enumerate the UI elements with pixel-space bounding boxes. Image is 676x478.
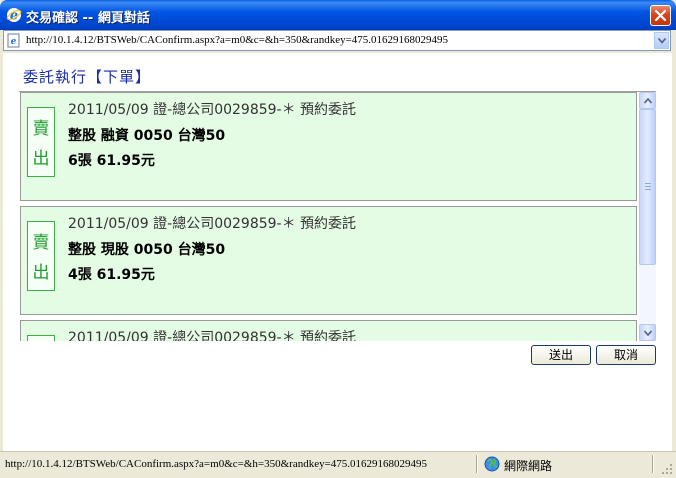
chevron-down-icon (658, 38, 666, 44)
order-list[interactable]: 賣 出 2011/05/09 證-總公司0029859-＊ 預約委託 整股 融資… (19, 91, 656, 341)
page-icon: e (7, 33, 20, 48)
address-bar[interactable]: e http://10.1.4.12/BTSWeb/CAConfirm.aspx… (3, 30, 671, 51)
side-label-bottom: 出 (32, 263, 50, 283)
scroll-up-button[interactable] (639, 92, 656, 109)
order-info: 2011/05/09 證-總公司0029859-＊ 預約委託 (68, 216, 357, 232)
order-card: 賣 出 2011/05/09 證-總公司0029859-＊ 預約委託 整股 融資… (20, 92, 637, 201)
scroll-grip-line (645, 183, 651, 184)
scroll-down-button[interactable] (639, 324, 656, 341)
scroll-thumb[interactable] (639, 109, 656, 265)
status-separator (652, 455, 654, 473)
chevron-down-icon (644, 330, 652, 336)
security-zone-label: 網際網路 (504, 459, 553, 473)
ie-icon: e (6, 8, 22, 23)
scroll-grip-line (645, 186, 651, 187)
status-separator (476, 455, 478, 473)
side-badge: 賣 出 (27, 221, 55, 291)
page-title: 委託執行【下單】 (23, 68, 152, 86)
status-url: http://10.1.4.12/BTSWeb/CAConfirm.aspx?a… (5, 458, 428, 470)
order-card: 賣 出 2011/05/09 證-總公司0029859-＊ 預約委託 (20, 320, 637, 341)
chevron-up-icon (644, 98, 652, 104)
close-button[interactable] (650, 5, 671, 26)
side-label-bottom: 出 (32, 149, 50, 169)
close-icon (654, 9, 667, 22)
address-dropdown-button[interactable] (654, 32, 669, 49)
resize-grip-icon[interactable] (661, 463, 673, 475)
order-card: 賣 出 2011/05/09 證-總公司0029859-＊ 預約委託 整股 現股… (20, 206, 637, 315)
globe-icon (484, 456, 500, 472)
address-url: http://10.1.4.12/BTSWeb/CAConfirm.aspx?a… (26, 34, 449, 46)
scroll-grip-line (645, 189, 651, 190)
side-label-top: 賣 (32, 233, 50, 253)
order-quantity-price: 4張 61.95元 (68, 267, 155, 283)
order-product: 整股 現股 0050 台灣50 (68, 242, 226, 258)
status-bar: http://10.1.4.12/BTSWeb/CAConfirm.aspx?a… (0, 451, 676, 478)
title-bar: e 交易確認 -- 網頁對話 (0, 0, 676, 30)
order-quantity-price: 6張 61.95元 (68, 153, 155, 169)
dialog-content: 委託執行【下單】 賣 出 2011/05/09 證-總公司0029859-＊ 預… (3, 53, 672, 451)
side-badge: 賣 出 (27, 107, 55, 177)
cancel-button[interactable]: 取消 (596, 345, 656, 365)
order-product: 整股 融資 0050 台灣50 (68, 128, 226, 144)
window-title: 交易確認 -- 網頁對話 (26, 11, 150, 26)
order-info: 2011/05/09 證-總公司0029859-＊ 預約委託 (68, 330, 357, 341)
order-info: 2011/05/09 證-總公司0029859-＊ 預約委託 (68, 102, 357, 118)
vertical-scrollbar[interactable] (639, 92, 656, 341)
send-button[interactable]: 送出 (531, 345, 591, 365)
svg-text:e: e (11, 37, 17, 47)
side-badge: 賣 出 (27, 335, 55, 341)
side-label-top: 賣 (32, 119, 50, 139)
